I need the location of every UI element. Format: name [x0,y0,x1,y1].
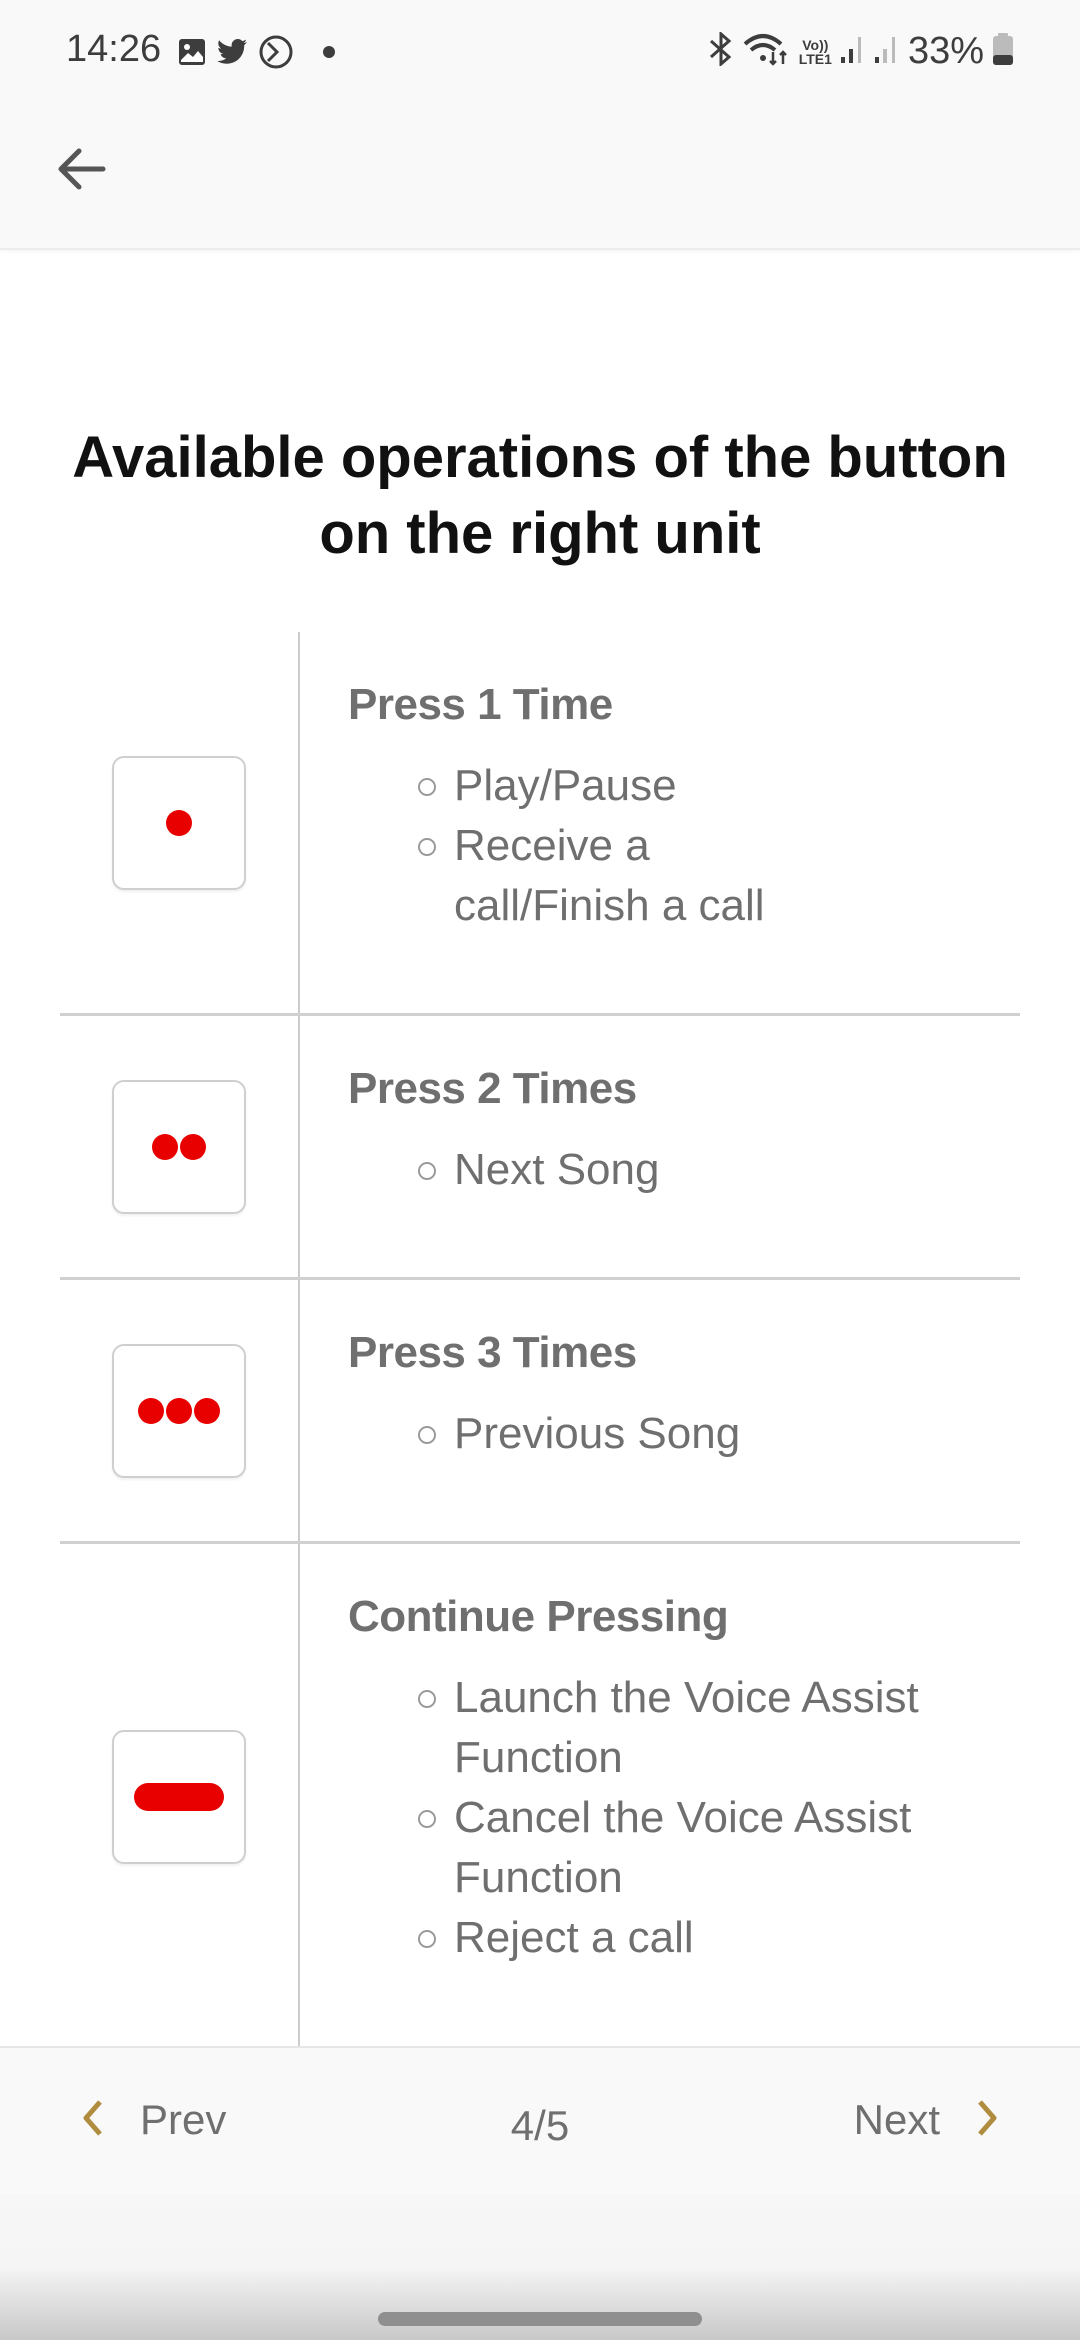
operation-title: Press 1 Time [348,680,613,729]
volte-icon: Vo)) LTE1 [799,38,832,66]
operation-action: Play/Pause [418,756,958,816]
operation-icon-cell [60,632,300,1013]
operation-text-cell: Press 3 Times Previous Song [300,1280,1020,1541]
app-bar [0,110,1080,250]
operations-table: Press 1 Time Play/Pause Receive a call/F… [60,632,1020,2050]
bluetooth-icon [707,30,735,71]
operation-action: Launch the Voice Assist Function [418,1668,938,1788]
operation-icon-cell [60,1544,300,2050]
press-dot [152,1133,178,1160]
triple-dot-icon [112,1343,246,1478]
operation-action-list: Previous Song [348,1404,1020,1464]
notification-icons [178,34,336,75]
page-title: Available operations of the button on th… [72,425,1008,566]
operation-text-cell: Press 1 Time Play/Pause Receive a call/F… [300,632,1020,1013]
media-icon [258,34,294,75]
operation-row: Press 3 Times Previous Song [60,1280,1020,1544]
gallery-icon [178,38,206,71]
operation-text-cell: Continue Pressing Launch the Voice Assis… [300,1544,1020,2050]
operation-icon-cell [60,1016,300,1277]
notification-dot-icon [322,45,336,64]
chevron-right-icon [974,2098,1000,2143]
battery-percent: 33% [907,30,984,72]
operation-action-list: Launch the Voice Assist Function Cancel … [348,1668,1020,1968]
operation-action: Cancel the Voice Assist Function [418,1788,958,1908]
press-dot [138,1397,164,1424]
operation-row: Press 2 Times Next Song [60,1016,1020,1280]
system-icons: Vo)) LTE1 33% [707,30,1014,73]
back-button[interactable] [46,136,116,206]
press-dot [194,1397,220,1424]
operation-action: Previous Song [418,1404,958,1464]
next-label: Next [853,2096,940,2143]
battery-icon [992,32,1014,71]
operation-action-list: Next Song [348,1140,1020,1200]
volte-top-label: Vo)) [802,36,829,53]
operation-title: Press 2 Times [348,1064,637,1113]
next-button[interactable]: Next [854,2096,1000,2144]
status-bar: 14:26 Vo)) LTE1 33% [0,0,1080,110]
single-dot-icon [112,755,246,890]
volte-bottom-label: LTE1 [798,50,832,67]
operation-icon-cell [60,1280,300,1541]
status-time: 14:26 [66,28,162,70]
operation-action: Reject a call [418,1908,958,1968]
operation-action: Receive a call/Finish a call [418,816,848,936]
operation-action-list: Play/Pause Receive a call/Finish a call [348,756,1020,936]
double-dot-icon [112,1079,246,1214]
signal-sim1-icon [840,33,866,70]
press-bar [134,1783,224,1811]
press-dot [166,1397,192,1424]
operation-title: Continue Pressing [348,1592,729,1641]
pagination-footer: Prev 4/5 Next [0,2046,1080,2194]
home-indicator[interactable] [378,2312,702,2326]
wifi-icon [743,32,791,71]
operation-row: Continue Pressing Launch the Voice Assis… [60,1544,1020,2050]
signal-sim2-icon [874,33,900,70]
operation-text-cell: Press 2 Times Next Song [300,1016,1020,1277]
press-dot [180,1133,206,1160]
operation-row: Press 1 Time Play/Pause Receive a call/F… [60,632,1020,1016]
operation-action: Next Song [418,1140,958,1200]
twitter-icon [216,38,248,71]
press-dot [166,809,192,836]
long-press-bar-icon [112,1730,246,1864]
arrow-left-icon [55,143,107,200]
operation-title: Press 3 Times [348,1328,637,1377]
